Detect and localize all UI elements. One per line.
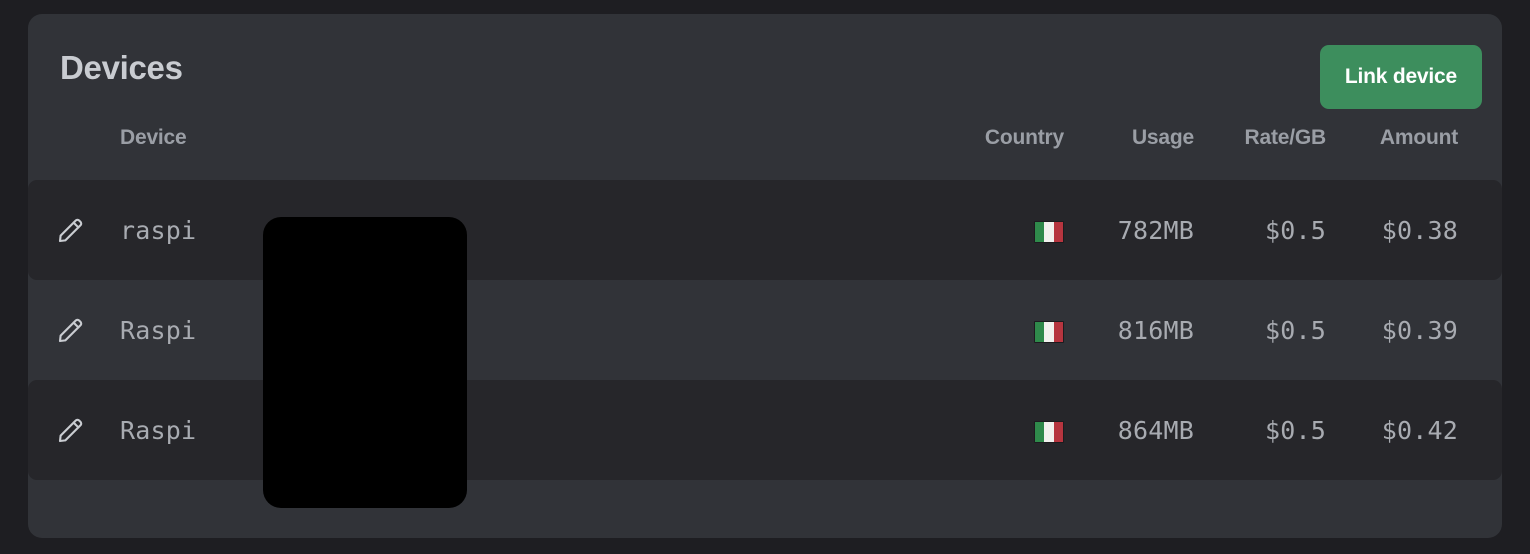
cell-edit[interactable] [28, 380, 100, 480]
table-header: Device Country Usage Rate/GB Amount [28, 126, 1502, 180]
cell-country [940, 280, 1076, 380]
column-header-amount[interactable]: Amount [1334, 126, 1482, 180]
cell-amount: $0.38 [1334, 180, 1482, 280]
cell-spacer [1482, 380, 1502, 480]
cell-device-name: raspi [100, 180, 940, 280]
flag-italy-icon [1034, 320, 1064, 343]
cell-spacer [1482, 280, 1502, 380]
cell-country [940, 380, 1076, 480]
cell-rate: $0.5 [1204, 180, 1334, 280]
cell-device-name: Raspi [100, 380, 940, 480]
page-title: Devices [60, 49, 183, 86]
table-row[interactable]: raspi 782MB $0.5 $0.38 [28, 180, 1502, 280]
cell-usage: 864MB [1076, 380, 1204, 480]
cell-amount: $0.42 [1334, 380, 1482, 480]
cell-country [940, 180, 1076, 280]
redaction-overlay [263, 217, 467, 508]
pencil-icon[interactable] [55, 216, 85, 246]
table-header-row: Device Country Usage Rate/GB Amount [28, 126, 1502, 180]
column-header-edit [28, 126, 100, 180]
devices-card: Devices Link device Device Country Usage [28, 14, 1502, 538]
pencil-icon[interactable] [55, 316, 85, 346]
cell-usage: 816MB [1117, 315, 1194, 345]
table-row[interactable]: Raspi 816MB $0.5 $0.39 [28, 280, 1502, 380]
cell-edit[interactable] [28, 180, 100, 280]
column-header-usage[interactable]: Usage [1076, 126, 1204, 180]
column-header-rate[interactable]: Rate/GB [1204, 126, 1334, 180]
cell-amount: $0.39 [1381, 315, 1458, 345]
link-device-button[interactable]: Link device [1319, 45, 1482, 109]
flag-italy-icon [1034, 420, 1064, 443]
devices-table: Device Country Usage Rate/GB Amount rasp… [28, 126, 1502, 480]
cell-rate: $0.5 [1264, 315, 1326, 345]
column-header-country[interactable]: Country [940, 126, 1076, 180]
card-header: Devices Link device [28, 14, 1502, 126]
cell-spacer [1482, 180, 1502, 280]
cell-edit[interactable] [28, 280, 100, 380]
pencil-icon[interactable] [55, 416, 85, 446]
table-body: raspi 782MB $0.5 $0.38 Raspi 816MB $0.5 … [28, 180, 1502, 480]
column-header-device[interactable]: Device [100, 126, 940, 180]
table-row[interactable]: Raspi 864MB $0.5 $0.42 [28, 380, 1502, 480]
flag-italy-icon [1034, 220, 1064, 243]
column-header-spacer [1482, 126, 1502, 180]
page-root: Devices Link device Device Country Usage [0, 0, 1530, 554]
cell-rate: $0.5 [1204, 380, 1334, 480]
cell-device-name: Raspi [120, 315, 197, 345]
cell-usage: 782MB [1076, 180, 1204, 280]
